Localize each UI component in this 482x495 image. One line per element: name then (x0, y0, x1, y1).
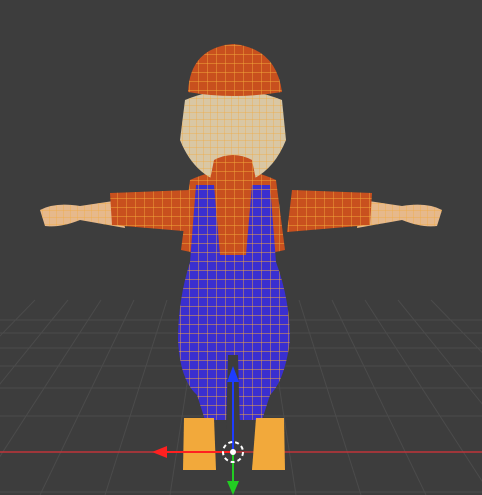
3d-cursor-center (230, 449, 236, 455)
3d-viewport[interactable] (0, 0, 482, 495)
viewport-canvas[interactable] (0, 0, 482, 495)
